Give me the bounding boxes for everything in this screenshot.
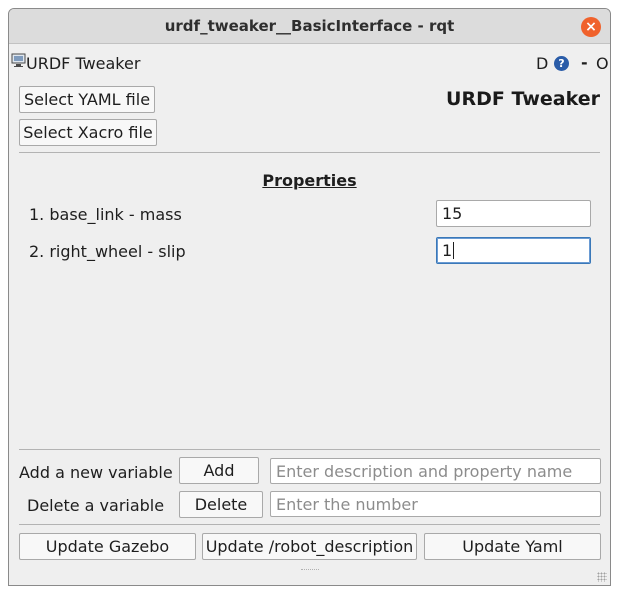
splitter-handle[interactable] xyxy=(301,569,319,571)
divider-actions xyxy=(19,524,600,525)
monitor-icon xyxy=(11,53,26,67)
property-label: 2. right_wheel - slip xyxy=(29,242,186,261)
select-xacro-button[interactable]: Select Xacro file xyxy=(19,119,157,146)
plugin-content: URDF Tweaker D ? - O Select YAML file Se… xyxy=(9,45,610,585)
window-titlebar[interactable]: urdf_tweaker__BasicInterface - rqt × xyxy=(9,9,610,44)
close-icon[interactable]: × xyxy=(581,17,601,37)
rqt-window: urdf_tweaker__BasicInterface - rqt × URD… xyxy=(8,8,611,586)
update-gazebo-button[interactable]: Update Gazebo xyxy=(19,533,196,560)
text-caret xyxy=(453,242,455,259)
update-robot-description-button[interactable]: Update /robot_description xyxy=(202,533,417,560)
properties-title: Properties xyxy=(262,171,357,190)
select-yaml-button[interactable]: Select YAML file xyxy=(19,86,155,113)
divider-bottom xyxy=(19,449,600,450)
delete-variable-input[interactable]: Enter the number xyxy=(270,491,601,517)
resize-grip[interactable] xyxy=(597,572,607,582)
plugin-heading: URDF Tweaker xyxy=(446,88,600,110)
float-button[interactable]: O xyxy=(596,54,609,73)
help-icon[interactable]: ? xyxy=(554,56,569,71)
delete-variable-button[interactable]: Delete xyxy=(179,491,263,518)
dock-d-button[interactable]: D xyxy=(536,54,548,73)
plugin-title-bar: URDF Tweaker D ? - O xyxy=(9,49,610,73)
minimize-button[interactable]: - xyxy=(581,53,588,72)
property-value-input[interactable]: 1 xyxy=(436,237,591,264)
property-label: 1. base_link - mass xyxy=(29,205,182,224)
add-variable-label: Add a new variable xyxy=(19,463,173,482)
add-variable-button[interactable]: Add xyxy=(179,457,259,484)
property-value-input[interactable]: 15 xyxy=(436,200,591,227)
window-title: urdf_tweaker__BasicInterface - rqt xyxy=(164,17,455,35)
update-yaml-button[interactable]: Update Yaml xyxy=(424,533,601,560)
plugin-title: URDF Tweaker xyxy=(26,54,141,73)
delete-variable-label: Delete a variable xyxy=(27,496,165,515)
add-variable-input[interactable]: Enter description and property name xyxy=(270,458,601,484)
divider-top xyxy=(19,152,600,153)
